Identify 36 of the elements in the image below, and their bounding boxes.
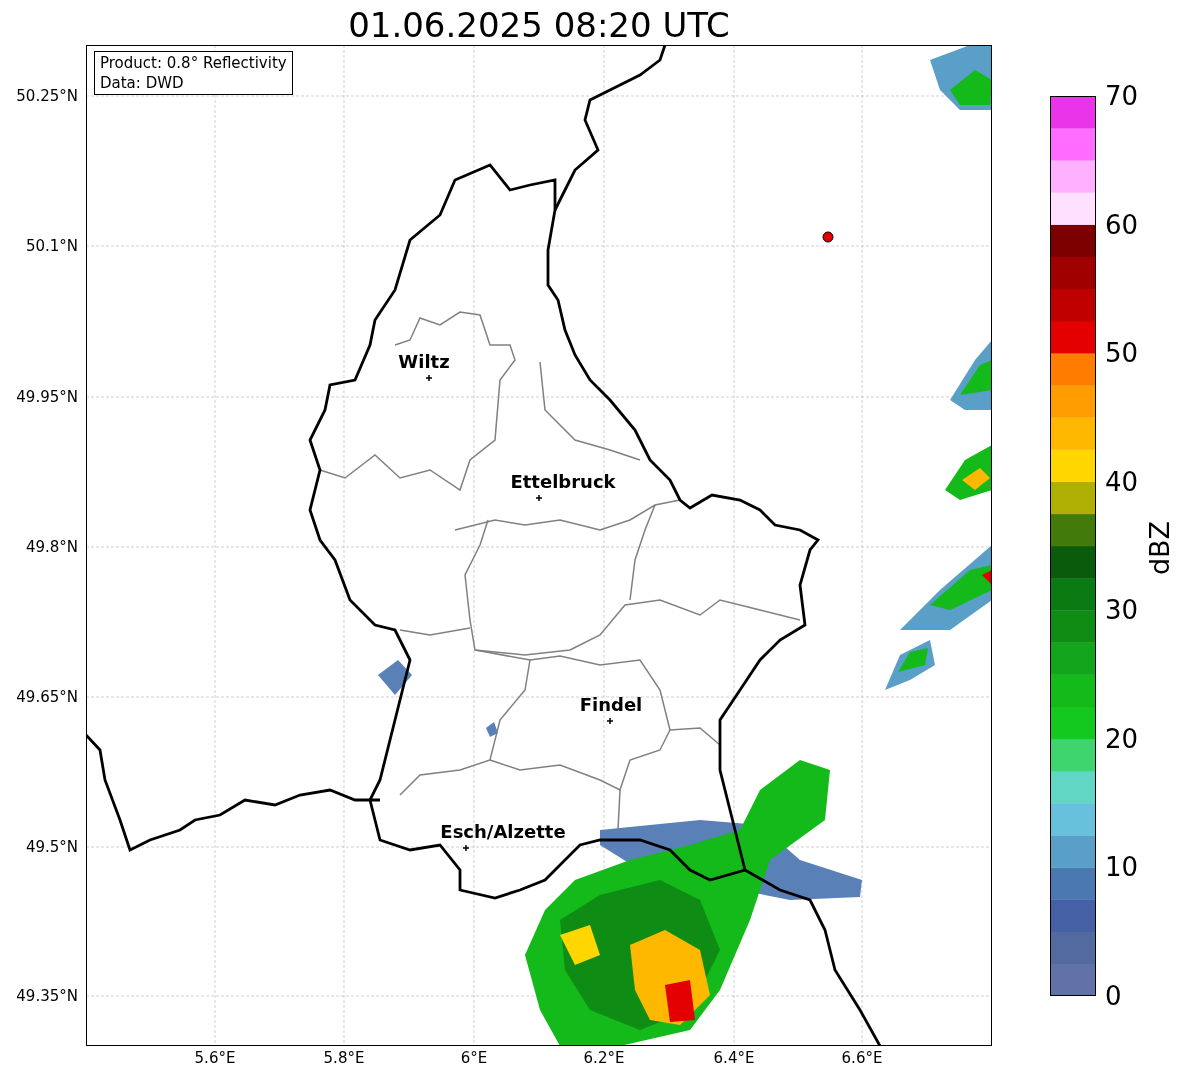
city-label: Findel [579,694,643,715]
colorbar-tick-label: 70 [1105,81,1139,111]
longitude-label: 5.8°E [322,1049,366,1067]
city-marker-icon [425,374,433,382]
radar-site-marker [822,231,834,243]
colorbar-tick-label: 60 [1105,209,1139,240]
latitude-label: 49.65°N [16,688,78,706]
city-marker-icon [462,844,470,852]
latitude-label: 49.35°N [16,987,78,1005]
city-marker-icon [535,494,543,502]
radar-echo [486,722,498,737]
colorbar-label: dBZ [1145,519,1175,578]
colorbar-tick-label: 30 [1105,595,1139,626]
city-marker-icon [606,717,614,725]
longitude-label: 6.2°E [582,1049,626,1067]
latitude-label: 49.8°N [25,538,78,556]
radar-echo [378,660,412,695]
colorbar-tick-label: 20 [1105,723,1139,754]
city-label: Wiltz [398,351,450,372]
city-label: Esch/Alzette [440,821,566,842]
latitude-label: 50.1°N [25,237,78,255]
city-label: Ettelbruck [510,471,616,492]
latitude-label: 49.95°N [16,388,78,406]
colorbar-tick-label: 40 [1105,466,1139,497]
legend-text: Product: 0.8° Reflectivity [100,53,287,73]
legend-text: Data: DWD [100,73,185,93]
longitude-label: 6.6°E [840,1049,884,1067]
longitude-label: 6.4°E [712,1049,756,1067]
colorbar-tick-label: 10 [1105,852,1139,883]
latitude-label: 49.5°N [25,838,78,856]
longitude-label: 6°E [459,1049,489,1067]
longitude-label: 5.6°E [193,1049,237,1067]
colorbar-tick-label: 50 [1105,338,1139,369]
colorbar-tick-label: 0 [1105,981,1122,1011]
latitude-label: 50.25°N [16,87,78,105]
chart-title: 01.06.2025 08:20 UTC [347,4,731,46]
